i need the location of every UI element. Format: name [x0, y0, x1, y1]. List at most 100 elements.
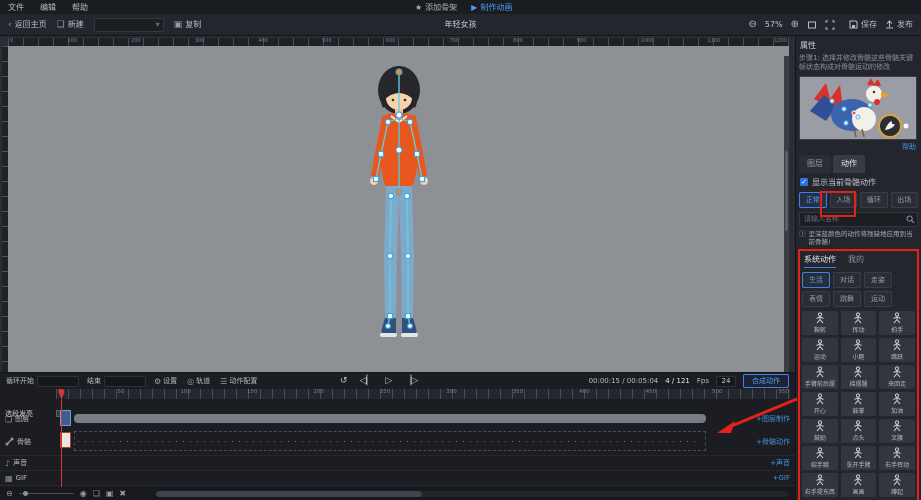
- play-button[interactable]: ▷: [385, 376, 392, 386]
- type-filter-button[interactable]: 出场: [890, 191, 918, 208]
- panel-tab[interactable]: 动作: [833, 154, 865, 173]
- sound-icon: ♪: [5, 458, 11, 468]
- paste-keyframe-button[interactable]: ▣: [106, 489, 114, 498]
- action-preset-label: 右手挥动: [885, 462, 910, 470]
- playhead-pin[interactable]: [58, 389, 65, 399]
- action-preset[interactable]: 摇摆腿: [840, 365, 877, 390]
- bone-track-lane[interactable]: [56, 429, 743, 455]
- new-file-icon: ❏: [56, 19, 65, 30]
- preset-dropdown[interactable]: ▾: [93, 17, 164, 32]
- add-layer-link[interactable]: +图层制作: [743, 414, 795, 424]
- mode-tab[interactable]: ▶ 制作动画: [471, 2, 512, 13]
- zoom-out-button[interactable]: ⊖: [748, 19, 756, 30]
- delete-keyframe-button[interactable]: ✖: [119, 489, 126, 498]
- search-input[interactable]: [799, 211, 918, 227]
- timeline-scrollbar[interactable]: [156, 490, 789, 497]
- chevron-left-icon: ‹: [8, 19, 12, 30]
- gif-track-lane[interactable]: [56, 471, 743, 485]
- action-preset[interactable]: 拍手: [879, 311, 915, 336]
- action-preset[interactable]: 加油: [879, 392, 915, 417]
- fit-screen-icon[interactable]: [807, 20, 817, 30]
- action-preset[interactable]: 跳跃: [879, 338, 915, 363]
- action-preset[interactable]: 运动: [802, 338, 838, 363]
- track-button[interactable]: ◎ 轨道: [187, 376, 210, 386]
- help-link[interactable]: 帮助: [799, 142, 916, 152]
- zoom-out-timeline-button[interactable]: ⊖: [6, 489, 13, 498]
- type-filter-button[interactable]: 循环: [860, 191, 888, 208]
- ruler-label: 500: [322, 38, 332, 44]
- playhead-line: [61, 399, 62, 487]
- canvas-scrollbar[interactable]: [784, 56, 789, 372]
- settings-button[interactable]: ⚙ 设置: [154, 376, 177, 386]
- action-preset[interactable]: 右手挥动: [879, 446, 915, 471]
- character-figure[interactable]: [344, 60, 454, 363]
- layer-clip-bar[interactable]: [74, 414, 707, 423]
- mode-tab[interactable]: ★ 添加骨架: [415, 2, 457, 13]
- gear-icon: ⚙: [154, 376, 162, 386]
- action-preset[interactable]: 鞠躬: [802, 311, 838, 336]
- publish-button[interactable]: 发布: [885, 19, 913, 30]
- menu-item[interactable]: 编辑: [40, 2, 56, 13]
- category-chip[interactable]: 表情: [802, 291, 830, 308]
- sound-track-lane[interactable]: [56, 456, 743, 470]
- fullscreen-icon[interactable]: [825, 20, 835, 30]
- fps-input[interactable]: [716, 375, 736, 387]
- action-preset[interactable]: 手臂前后摆: [802, 365, 838, 390]
- action-preset[interactable]: 点头: [840, 419, 877, 444]
- action-preset[interactable]: 鼓励: [802, 419, 838, 444]
- ruler-label: 1100: [707, 38, 721, 44]
- copy-button[interactable]: ▣ 复制: [174, 19, 202, 30]
- back-home-button[interactable]: ‹ 返回主页: [8, 19, 47, 30]
- panel-tab[interactable]: 图层: [799, 154, 831, 173]
- checkbox-checked-icon[interactable]: ✓: [800, 178, 808, 187]
- action-preset[interactable]: 叉腰: [879, 419, 915, 444]
- action-preset[interactable]: 挥动: [840, 311, 877, 336]
- action-preset[interactable]: 招手跳: [802, 446, 838, 471]
- action-preset[interactable]: 张开手臂: [840, 446, 877, 471]
- add-sound-link[interactable]: +声音: [743, 458, 795, 468]
- loop-start-input[interactable]: [37, 375, 79, 387]
- action-preset[interactable]: 来回走: [879, 365, 915, 390]
- category-chip[interactable]: 走姿: [864, 272, 892, 289]
- restart-button[interactable]: ↺: [340, 376, 348, 386]
- action-config-button[interactable]: ☰ 动作配置: [220, 376, 257, 386]
- timeline-ruler[interactable]: 050100150200250300350400450500550: [56, 389, 791, 399]
- show-current-action-row[interactable]: ✓ 显示当前骨骼动作: [800, 177, 918, 188]
- action-preset-label: 摇摆腿: [849, 381, 868, 389]
- copy-keyframe-button[interactable]: ❏: [93, 489, 100, 498]
- stage[interactable]: [8, 46, 789, 372]
- add-bone-action-link[interactable]: +骨骼动作: [743, 437, 795, 447]
- category-chip[interactable]: 跳舞: [833, 291, 861, 308]
- compose-action-button[interactable]: 合成动作: [743, 374, 789, 388]
- end-label: 结束: [87, 377, 101, 385]
- action-preview[interactable]: [799, 75, 917, 140]
- stick-figure-icon: [816, 339, 824, 351]
- new-button[interactable]: ❏ 新建: [57, 19, 84, 30]
- action-preset[interactable]: 小跑: [840, 338, 877, 363]
- add-gif-link[interactable]: +GIF: [743, 474, 795, 482]
- next-frame-button[interactable]: ▕▷: [404, 376, 418, 386]
- zoom-in-button[interactable]: ⊕: [791, 19, 799, 30]
- save-button[interactable]: 保存: [849, 19, 877, 30]
- timeline-zoom-slider[interactable]: [18, 491, 74, 496]
- category-chip[interactable]: 生活: [802, 272, 830, 289]
- library-tab[interactable]: 我的: [848, 254, 864, 268]
- category-chip[interactable]: 运动: [864, 291, 892, 308]
- locate-playhead-button[interactable]: ◉: [80, 489, 87, 498]
- library-tab[interactable]: 系统动作: [804, 254, 836, 269]
- action-preset[interactable]: 蹲起: [879, 473, 915, 498]
- action-preset-label: 挥动: [852, 327, 865, 335]
- menu-item[interactable]: 文件: [8, 2, 24, 13]
- ruler-label: 200: [131, 38, 141, 44]
- action-preset[interactable]: 鼓掌: [840, 392, 877, 417]
- prev-frame-button[interactable]: ◁▏: [360, 376, 374, 386]
- category-chip[interactable]: 对话: [833, 272, 861, 289]
- layer-track-lane[interactable]: [56, 409, 743, 429]
- menu-item[interactable]: 帮助: [72, 2, 88, 13]
- action-preset[interactable]: 开心: [802, 392, 838, 417]
- mode-tab-icon: ▶: [471, 2, 478, 12]
- end-input[interactable]: [104, 375, 146, 387]
- stick-figure-icon: [816, 312, 824, 324]
- action-preset[interactable]: 画画: [840, 473, 877, 498]
- action-preset[interactable]: 右手提东西: [802, 473, 838, 498]
